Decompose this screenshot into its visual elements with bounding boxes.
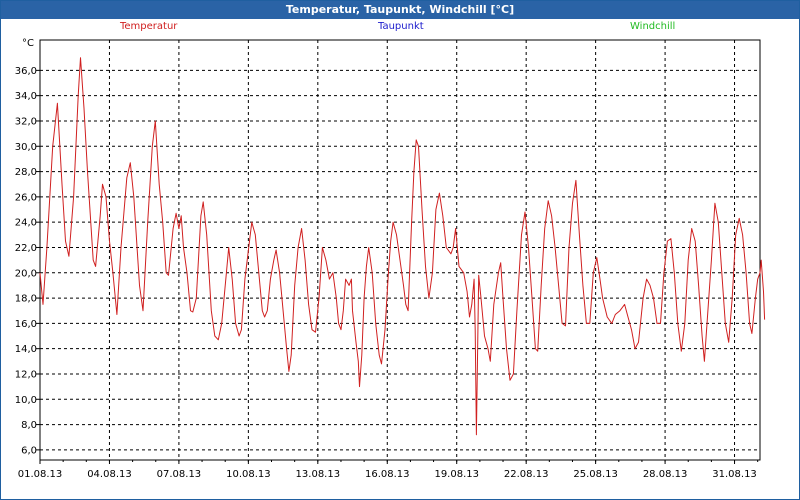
x-tick-label: 16.08.13 (365, 469, 410, 480)
x-tick-label: 28.08.13 (643, 469, 688, 480)
x-tick-label: 19.08.13 (434, 469, 479, 480)
y-tick-label: 20,0 (15, 268, 37, 279)
y-tick-label: 36,0 (15, 66, 37, 77)
y-tick-label: 34,0 (15, 91, 37, 102)
y-tick-label: 24,0 (15, 218, 37, 229)
x-axis-ticks: 01.08.13 04.08.13 07.08.13 10.08.13 13.08.13… (18, 460, 759, 480)
y-tick-label: 16,0 (15, 319, 37, 330)
x-tick-label: 13.08.13 (296, 469, 341, 480)
y-axis-unit: °C (22, 38, 34, 49)
plot-area (39, 39, 761, 461)
x-tick-label: 22.08.13 (504, 469, 549, 480)
legend-temperatur: Temperatur (120, 21, 178, 32)
y-tick-label: 26,0 (15, 192, 37, 203)
y-axis-ticks: 6,0 8,0 10,0 12,0 14,0 16,0 18,0 20,0 22,0 24,0 26… (15, 66, 40, 456)
x-tick-label: 31.08.13 (712, 469, 757, 480)
y-tick-label: 8,0 (21, 420, 37, 431)
x-tick-label: 04.08.13 (87, 469, 132, 480)
y-tick-label: 30,0 (15, 142, 37, 153)
y-tick-label: 10,0 (15, 395, 37, 406)
legend-windchill: Windchill (630, 21, 676, 32)
y-tick-label: 22,0 (15, 243, 37, 254)
y-tick-label: 6,0 (21, 445, 37, 456)
y-tick-label: 18,0 (15, 294, 37, 305)
x-tick-label: 07.08.13 (157, 469, 202, 480)
x-tick-label: 25.08.13 (573, 469, 618, 480)
line-chart: 6,0 8,0 10,0 12,0 14,0 16,0 18,0 20,0 22,0 24,0 26… (15, 39, 766, 480)
x-tick-label: 10.08.13 (226, 469, 271, 480)
x-tick-label: 01.08.13 (18, 469, 63, 480)
y-tick-label: 12,0 (15, 369, 37, 380)
y-tick-label: 28,0 (15, 167, 37, 178)
y-tick-label: 14,0 (15, 344, 37, 355)
legend-taupunkt: Taupunkt (378, 21, 424, 32)
y-tick-label: 32,0 (15, 116, 37, 127)
